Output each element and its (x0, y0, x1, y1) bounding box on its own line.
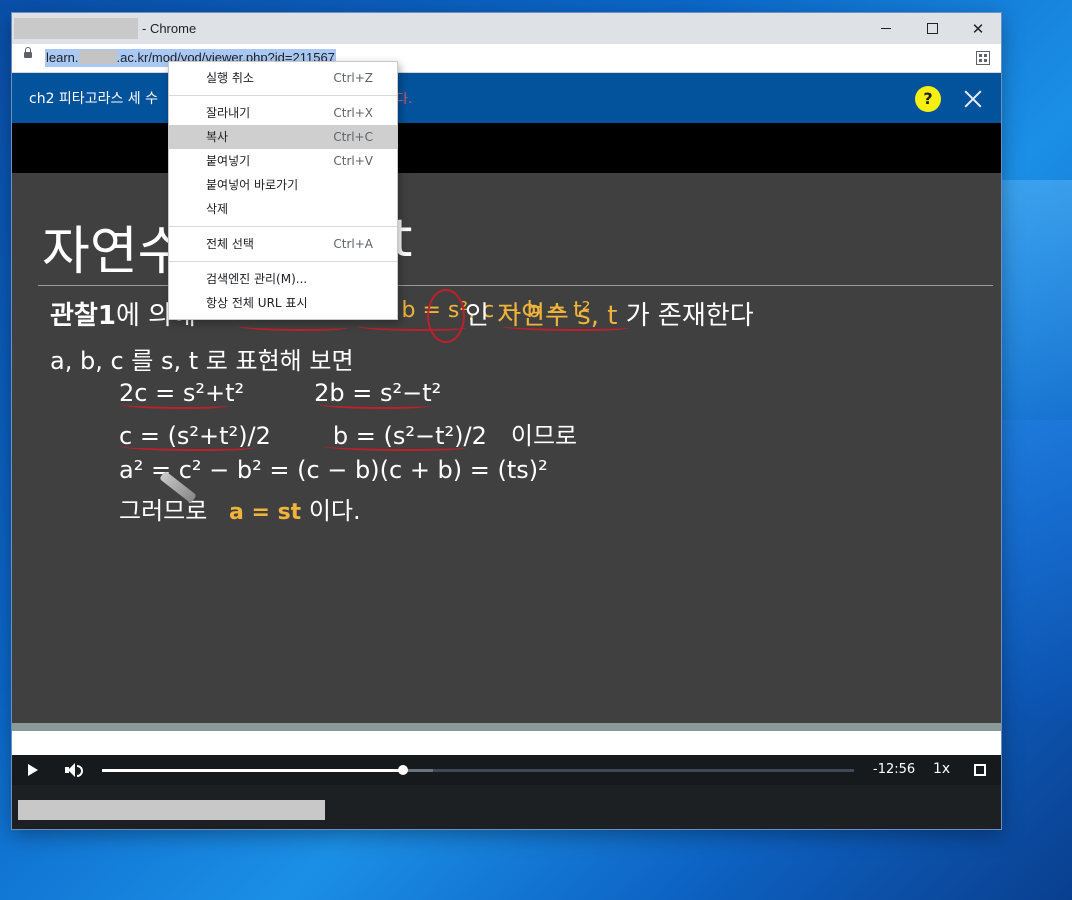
minimize-button[interactable] (863, 13, 909, 44)
conclusion-highlight: a = st (228, 500, 302, 525)
conclusion-prefix: 그러므로 (119, 497, 208, 525)
menu-item-select-all[interactable]: 전체 선택 Ctrl+A (169, 232, 397, 256)
video-letterbox (12, 123, 1001, 173)
context-menu: 실행 취소 Ctrl+Z 잘라내기 Ctrl+X 복사 Ctrl+C 붙여넣기 Ctrl… (168, 61, 398, 320)
menu-item-copy[interactable]: 복사 Ctrl+C (169, 125, 397, 149)
title-bar: - Chrome ✕ (12, 13, 1001, 44)
redacted-url-part (78, 50, 117, 64)
redacted-title (14, 18, 138, 39)
equation-row-4: 그러므로 a = st 이다. (119, 491, 361, 526)
fullscreen-icon[interactable] (974, 764, 986, 776)
volume-wave-icon (77, 765, 83, 777)
menu-item-paste[interactable]: 붙여넣기 Ctrl+V (169, 149, 397, 173)
red-annotation-circle (427, 289, 465, 343)
conclusion-suffix: 이다. (308, 497, 361, 525)
menu-item-always-show-full-url[interactable]: 항상 전체 URL 표시 (169, 291, 397, 315)
maximize-button[interactable] (909, 13, 955, 44)
menu-separator (169, 261, 397, 262)
lesson-title-tail: 다. (396, 92, 413, 107)
equation-2-tail: 이므로 (510, 422, 578, 450)
lock-icon[interactable] (24, 47, 32, 58)
playback-speed-button[interactable]: 1x (933, 761, 950, 777)
lesson-title: ch2 피타고라스 세 수 (29, 91, 158, 107)
player-controls: -12:56 1x (12, 755, 1001, 785)
menu-item-undo[interactable]: 실행 취소 Ctrl+Z (169, 66, 397, 90)
slide-line-2: a, b, c 를 s, t 로 표현해 보면 (50, 347, 354, 375)
minimize-icon (881, 28, 891, 29)
play-icon[interactable] (28, 764, 38, 776)
red-underline (357, 323, 467, 331)
slide-line-1-in: 인 (465, 301, 489, 331)
qr-code-icon[interactable] (976, 51, 990, 65)
red-underline (318, 401, 430, 409)
video-slide[interactable]: 자연수 t 관찰1에 의해 c + b = s², c − b = t² 인 자… (12, 173, 1001, 728)
redacted-footer-text (18, 800, 325, 820)
video-edge-strip (12, 723, 1001, 731)
player-footer (12, 785, 1001, 829)
menu-separator (169, 95, 397, 96)
menu-item-cut[interactable]: 잘라내기 Ctrl+X (169, 101, 397, 125)
slide-title: 자연수 (42, 222, 186, 282)
red-underline (238, 323, 348, 331)
seek-handle[interactable] (397, 765, 408, 775)
browser-window: - Chrome ✕ learn. .ac.kr/mod/vod/viewer.p… (12, 13, 1001, 829)
slide-line-1-tail: 가 존재한다 (625, 301, 754, 331)
desktop-light-beam (1000, 180, 1072, 420)
menu-item-paste-and-go[interactable]: 붙여넣어 바로가기 (169, 173, 397, 197)
seek-progress (102, 769, 403, 772)
desktop-light-beam (1000, 420, 1072, 720)
close-window-button[interactable]: ✕ (955, 13, 1001, 44)
menu-item-delete[interactable]: 삭제 (169, 197, 397, 221)
address-bar: learn. .ac.kr/mod/vod/viewer.php?id=21156… (12, 44, 1001, 73)
player-header: ch2 피타고라스 세 수 다. ? (12, 73, 1001, 123)
window-title: - Chrome (142, 21, 197, 36)
url-prefix: learn. (46, 50, 79, 65)
close-icon: ✕ (971, 19, 985, 38)
red-underline (120, 401, 228, 409)
seek-bar[interactable] (102, 765, 854, 775)
equation-row-3: a² = c² − b² = (c − b)(c + b) = (ts)² (119, 456, 548, 484)
observation-label: 관찰1 (50, 301, 116, 331)
time-remaining: -12:56 (873, 762, 916, 777)
menu-item-manage-search-engines[interactable]: 검색엔진 관리(M)... (169, 267, 397, 291)
menu-separator (169, 226, 397, 227)
maximize-icon (926, 23, 938, 34)
close-player-icon[interactable] (960, 86, 986, 112)
help-button[interactable]: ? (915, 86, 941, 112)
